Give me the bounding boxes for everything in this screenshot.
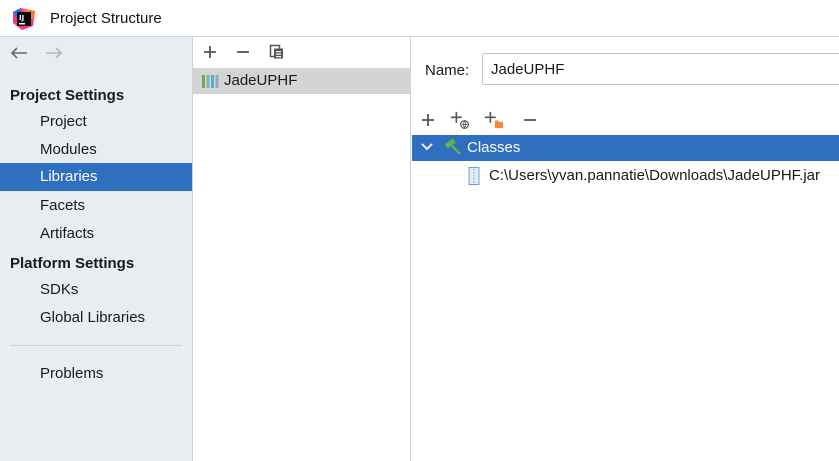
add-folder-icon[interactable] <box>484 110 504 130</box>
window-title: Project Structure <box>50 10 162 27</box>
intellij-idea-icon: IJ <box>13 8 35 30</box>
library-name-field[interactable] <box>482 53 839 85</box>
sidebar: Project Settings Project Modules Librari… <box>0 37 193 461</box>
jar-path-label: C:\Users\yvan.pannatie\Downloads\JadeUPH… <box>489 167 820 184</box>
svg-text:IJ: IJ <box>19 14 24 22</box>
sidebar-item-problems[interactable]: Problems <box>0 360 192 388</box>
plus-icon[interactable] <box>200 42 220 62</box>
library-icon <box>202 75 219 88</box>
add-url-icon[interactable] <box>450 110 470 130</box>
tree-node-jar[interactable]: C:\Users\yvan.pannatie\Downloads\JadeUPH… <box>412 163 839 189</box>
sidebar-item-libraries[interactable]: Libraries <box>0 163 192 191</box>
sidebar-divider <box>10 345 182 346</box>
chevron-down-icon[interactable] <box>420 140 434 154</box>
sidebar-item-sdks[interactable]: SDKs <box>0 276 192 304</box>
sidebar-item-modules[interactable]: Modules <box>0 136 192 164</box>
minus-icon[interactable] <box>520 110 540 130</box>
jar-file-icon <box>468 167 480 185</box>
title-bar: IJ Project Structure <box>0 0 839 37</box>
arrow-left-icon[interactable] <box>8 45 30 65</box>
sidebar-item-facets[interactable]: Facets <box>0 192 192 220</box>
libraries-list-panel: JadeUPHF <box>193 37 411 461</box>
classes-toolbar <box>412 107 839 133</box>
minus-icon[interactable] <box>233 42 253 62</box>
libraries-toolbar <box>193 37 411 67</box>
library-details-panel: Name: JadeUPHF Classes C:\Users\yvan.pan… <box>412 37 839 461</box>
arrow-right-icon[interactable] <box>43 45 65 65</box>
sidebar-item-project[interactable]: Project <box>0 108 192 136</box>
library-list-item[interactable]: JadeUPHF <box>193 68 410 94</box>
section-header-platform-settings: Platform Settings <box>10 255 135 272</box>
classes-root-icon <box>444 138 461 155</box>
section-header-project-settings: Project Settings <box>10 87 125 104</box>
tree-node-label: Classes <box>467 139 521 156</box>
sidebar-item-global-libraries[interactable]: Global Libraries <box>0 304 192 332</box>
tree-node-classes[interactable]: Classes <box>412 135 839 161</box>
name-label: Name: <box>425 62 470 79</box>
plus-icon[interactable] <box>418 110 438 130</box>
sidebar-item-artifacts[interactable]: Artifacts <box>0 220 192 248</box>
copy-icon[interactable] <box>267 42 287 62</box>
library-name: JadeUPHF <box>224 72 298 89</box>
